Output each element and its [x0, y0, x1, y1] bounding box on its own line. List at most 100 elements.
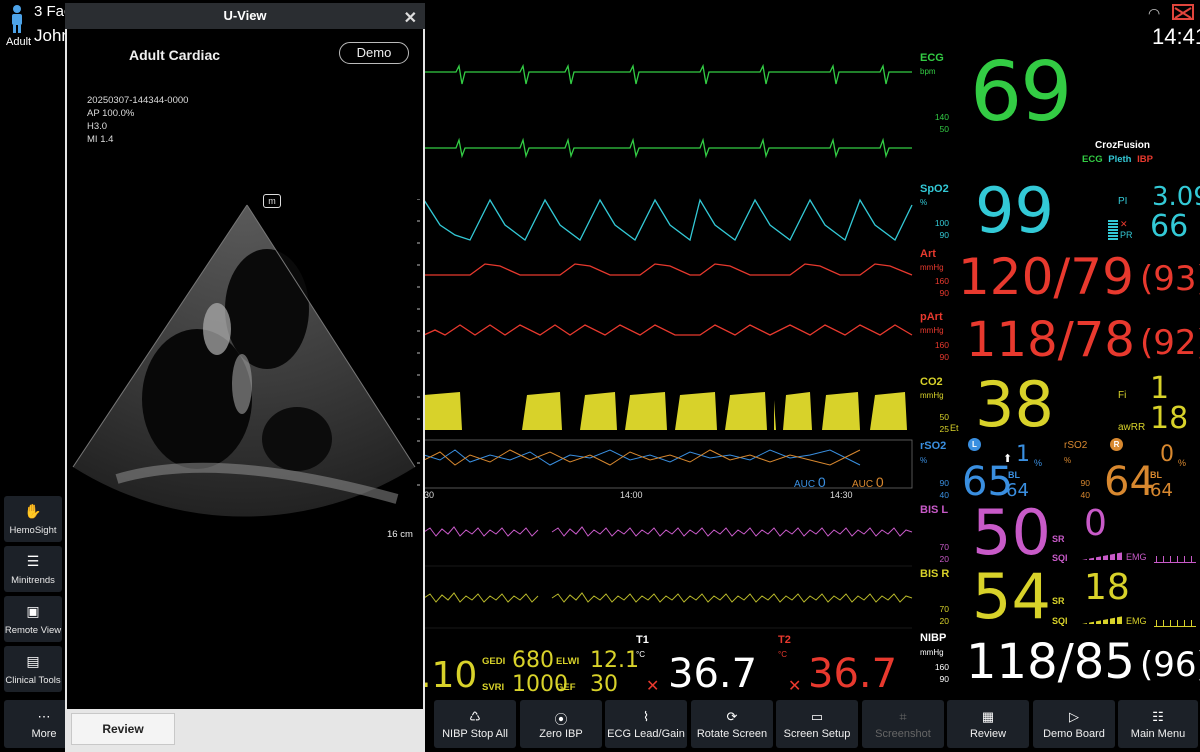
screen-setup-button[interactable]: ▭ Screen Setup: [776, 700, 858, 748]
rso2-right-bl-label: BL: [1150, 470, 1162, 480]
rso2-trend-left: [424, 449, 861, 466]
bisr-emg-label: EMG: [1126, 616, 1147, 626]
bisl-low-limit: 20: [939, 554, 949, 564]
bisr-sqi-bar: [1082, 616, 1124, 624]
ultrasound-view: Adult Cardiac Demo 20250307-144344-0000 …: [67, 29, 423, 709]
demo-board-label: Demo Board: [1043, 727, 1105, 740]
t1-alarm-off-icon: ✕: [646, 678, 660, 695]
screenshot-label: Screenshot: [875, 727, 931, 740]
minitrends-button[interactable]: ☰ Minitrends: [4, 546, 62, 592]
zero-icon: ⦿: [554, 711, 568, 727]
elwi-value[interactable]: 12.1: [590, 650, 639, 672]
awrr-label: awRR: [1118, 422, 1146, 433]
bisl-sqi-label: SQI: [1052, 553, 1068, 563]
t2-alarm-off-icon: ✕: [788, 678, 802, 695]
main-menu-button[interactable]: ☷ Main Menu: [1118, 700, 1198, 748]
remote-view-button[interactable]: ▣ Remote View: [4, 596, 62, 642]
bisr-label[interactable]: BIS R: [920, 568, 949, 580]
fi-label: Fi: [1118, 390, 1127, 401]
rso2-high-limit: 90: [939, 478, 949, 488]
ecg-high-limit: 140: [934, 112, 949, 122]
alarm-off-icon[interactable]: [1172, 4, 1194, 20]
spo2-low-limit: 90: [939, 230, 949, 240]
rotate-screen-label: Rotate Screen: [696, 727, 768, 740]
rso2-right-value[interactable]: 64: [1104, 462, 1155, 502]
picco-partial-value: .10: [420, 655, 478, 696]
pi-value: 3.09: [1152, 182, 1200, 212]
ecg-low-limit: 50: [939, 124, 949, 134]
rso2-label[interactable]: rSO2: [920, 440, 946, 452]
spo2-value[interactable]: 99: [975, 180, 1054, 242]
t2-value[interactable]: 36.7: [808, 654, 897, 694]
screen-setup-label: Screen Setup: [783, 727, 851, 740]
t1-label[interactable]: T1: [636, 634, 649, 646]
rotate-screen-button[interactable]: ⟳ Rotate Screen: [691, 700, 773, 748]
zero-ibp-label: Zero IBP: [539, 727, 583, 740]
spo2-label[interactable]: SpO2: [920, 183, 949, 195]
t2-label[interactable]: T2: [778, 634, 791, 646]
ecg-lead-gain-button[interactable]: ⌇ ECG Lead/Gain: [605, 700, 687, 748]
spo2-high-limit: 100: [934, 218, 949, 228]
part-value[interactable]: 118/78: [966, 316, 1135, 364]
demo-board-icon: ▷: [1069, 708, 1079, 724]
rso2-right-unit: %: [1064, 456, 1072, 465]
art-value[interactable]: 120/79: [958, 252, 1134, 302]
nibp-stop-all-label: NIBP Stop All: [442, 727, 508, 740]
rso2-right-delta-unit: %: [1178, 458, 1187, 468]
bisr-emg-bar: [1154, 620, 1196, 627]
bisl-waveform: [424, 526, 913, 537]
art-high-limit: 160: [934, 276, 949, 286]
etco2-value[interactable]: 38: [975, 374, 1054, 436]
zero-ibp-button[interactable]: ⦿ Zero IBP: [520, 700, 602, 748]
co2-et-label: Et: [950, 423, 959, 433]
rso2-right-label[interactable]: rSO2: [1064, 440, 1087, 451]
hemosight-button[interactable]: ✋ HemoSight: [4, 496, 62, 542]
bisr-waveform: [424, 592, 913, 603]
gef-value[interactable]: 30: [590, 674, 618, 696]
uview-review-button[interactable]: Review: [71, 713, 175, 745]
crop-icon: ⌗: [899, 708, 907, 724]
spo2-unit: %: [920, 198, 928, 207]
heart-rate-value[interactable]: 69: [970, 52, 1072, 134]
co2-waveform: [424, 392, 907, 430]
rso2-left-delta-unit: %: [1034, 458, 1043, 468]
echocardiogram-image: [72, 199, 420, 517]
bisr-sr-value: 18: [1084, 567, 1130, 608]
main-menu-label: Main Menu: [1130, 727, 1186, 740]
nibp-label[interactable]: NIBP: [920, 632, 946, 644]
toolbox-icon: ▤: [26, 652, 40, 669]
demo-board-button[interactable]: ▷ Demo Board: [1033, 700, 1115, 748]
gedi-value[interactable]: 680: [512, 650, 554, 672]
uview-title-bar[interactable]: U-View ✕: [65, 3, 425, 29]
uview-ap: AP 100.0%: [87, 108, 135, 119]
review-button[interactable]: ▦ Review: [947, 700, 1029, 748]
nibp-stop-all-button[interactable]: ♺ NIBP Stop All: [434, 700, 516, 748]
rso2-right-low-limit: 40: [1080, 490, 1090, 500]
rso2-right-bl-value: 64: [1150, 480, 1173, 501]
co2-label[interactable]: CO2: [920, 376, 943, 388]
ecg-label[interactable]: ECG: [920, 52, 944, 64]
part-label[interactable]: pArt: [920, 311, 943, 323]
auc-right: AUC 0: [852, 474, 884, 490]
t2-unit: °C: [778, 650, 787, 659]
bisl-label[interactable]: BIS L: [920, 504, 948, 516]
elwi-label: ELWI: [556, 656, 580, 667]
screenshot-button[interactable]: ⌗ Screenshot: [862, 700, 944, 748]
depth-label: 16 cm: [387, 529, 413, 540]
pulse-rate-value: 66: [1150, 209, 1189, 244]
t1-unit: °C: [636, 650, 645, 659]
bisl-emg-bar: [1154, 556, 1196, 563]
part-unit: mmHg: [920, 326, 944, 335]
waveform-area: [424, 63, 913, 629]
t1-value[interactable]: 36.7: [668, 654, 757, 694]
nibp-value[interactable]: 118/85: [966, 638, 1135, 686]
demo-badge[interactable]: Demo: [339, 42, 409, 64]
clinical-tools-button[interactable]: ▤ Clinical Tools: [4, 646, 62, 692]
bisr-value[interactable]: 54: [972, 566, 1051, 628]
art-label[interactable]: Art: [920, 248, 936, 260]
bisl-value[interactable]: 50: [972, 502, 1051, 564]
screen-icon: ▭: [810, 708, 824, 724]
gef-label: GEF: [556, 682, 576, 693]
crozfusion-title: CrozFusion: [1095, 140, 1150, 151]
grid-icon: ☷: [1152, 708, 1164, 724]
